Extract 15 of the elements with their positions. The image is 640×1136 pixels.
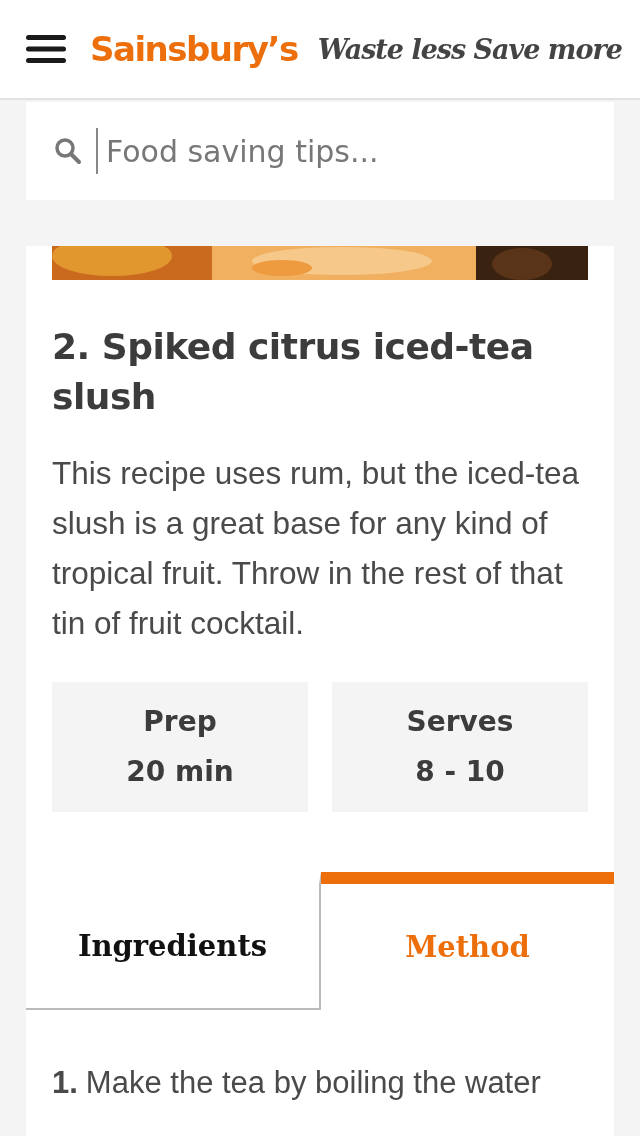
recipe-description: This recipe uses rum, but the iced-tea slush is a great base for any kind of tropical fruit. Throw in the rest of that tin of fruit cocktail. <box>52 454 580 643</box>
step-text: Make the tea by boiling the water <box>85 1064 541 1102</box>
tab[interactable]: Ingredients <box>26 872 321 1010</box>
recipe-title: 2. Spiked citrus iced-tea slush <box>52 325 535 419</box>
menu-icon[interactable] <box>26 34 66 64</box>
info-value: 8 - 10 <box>415 754 505 790</box>
info-label: Serves <box>406 704 514 740</box>
brand-logo[interactable]: Sainsbury’s <box>90 29 298 69</box>
step-number: 1. <box>52 1064 78 1102</box>
search-field[interactable]: Food saving tips... <box>26 102 614 200</box>
info-value: 20 min <box>126 754 234 790</box>
search-input[interactable]: Food saving tips... <box>96 128 548 174</box>
tagline: Waste less Save more <box>317 33 622 65</box>
search-icon <box>54 137 82 165</box>
info-label: Prep <box>143 704 217 740</box>
